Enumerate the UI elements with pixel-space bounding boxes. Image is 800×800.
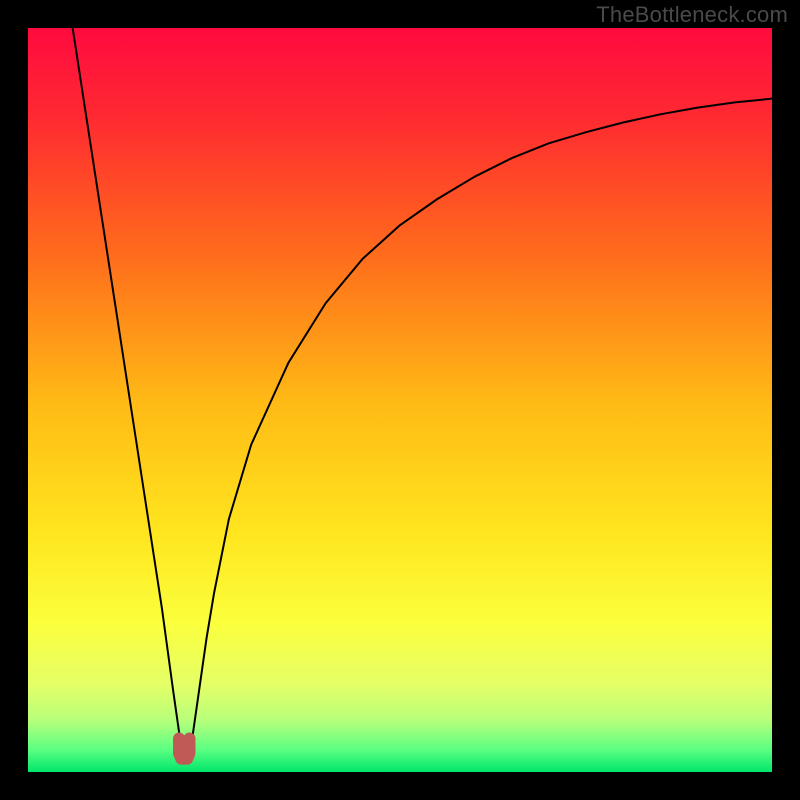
bottleneck-chart xyxy=(28,28,772,772)
chart-frame: TheBottleneck.com xyxy=(0,0,800,800)
plot-background xyxy=(28,28,772,772)
minimum-marker xyxy=(179,739,189,759)
watermark-text: TheBottleneck.com xyxy=(596,2,788,28)
